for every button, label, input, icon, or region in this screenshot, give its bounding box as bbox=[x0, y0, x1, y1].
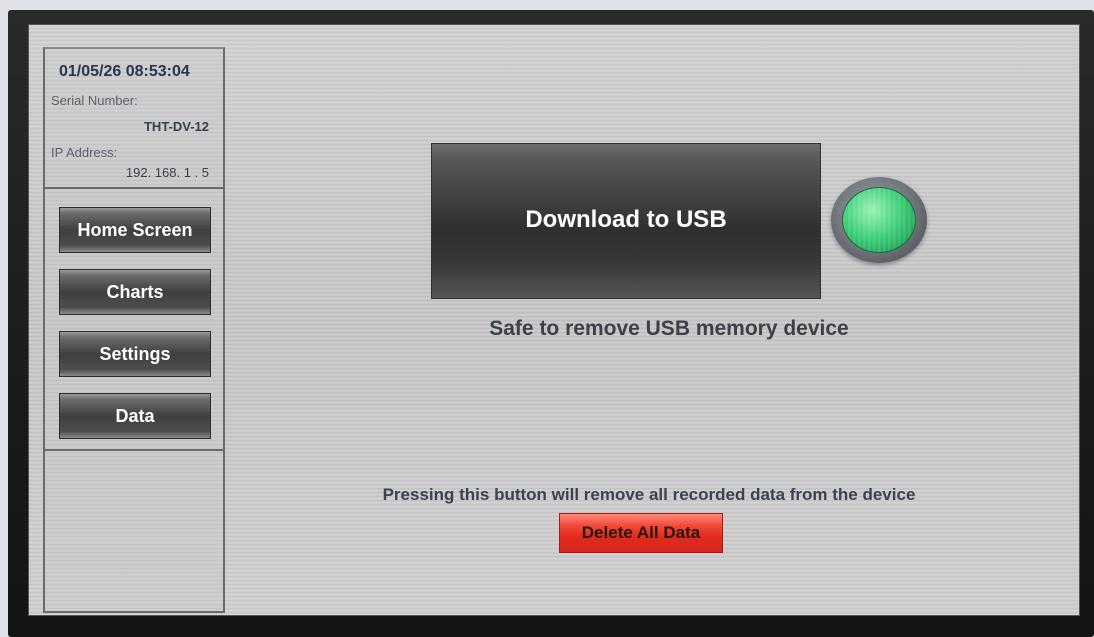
ip-address-value: 192. 168. 1 . 5 bbox=[125, 165, 209, 180]
serial-number-value: THT-DV-12 bbox=[143, 119, 209, 134]
green-status-lamp-icon bbox=[842, 187, 916, 253]
usb-status-text: Safe to remove USB memory device bbox=[489, 317, 849, 340]
nav-home-screen-label: Home Screen bbox=[77, 219, 193, 240]
delete-all-data-button[interactable]: Delete All Data bbox=[559, 513, 723, 553]
ip-address-label: IP Address: bbox=[51, 145, 118, 160]
delete-warning-text: Pressing this button will remove all rec… bbox=[382, 485, 916, 504]
device-info-panel: 01/05/26 08:53:04 Serial Number: THT-DV-… bbox=[45, 49, 223, 189]
serial-number-label: Serial Number: bbox=[51, 93, 138, 108]
nav-data-button[interactable]: Data bbox=[59, 393, 211, 439]
datetime-display: 01/05/26 08:53:04 bbox=[59, 63, 190, 80]
nav-settings-button[interactable]: Settings bbox=[59, 331, 211, 377]
hmi-screen: 01/05/26 08:53:04 Serial Number: THT-DV-… bbox=[28, 24, 1080, 616]
nav-data-label: Data bbox=[115, 405, 155, 426]
nav-charts-label: Charts bbox=[106, 281, 164, 302]
download-to-usb-label: Download to USB bbox=[525, 206, 727, 233]
nav-charts-button[interactable]: Charts bbox=[59, 269, 211, 315]
delete-all-data-label: Delete All Data bbox=[581, 523, 701, 542]
usb-status-indicator bbox=[831, 177, 927, 263]
nav-settings-label: Settings bbox=[99, 343, 171, 364]
download-to-usb-button[interactable]: Download to USB bbox=[431, 143, 821, 299]
sidebar-divider bbox=[45, 449, 223, 451]
nav-home-screen-button[interactable]: Home Screen bbox=[59, 207, 211, 253]
sidebar: 01/05/26 08:53:04 Serial Number: THT-DV-… bbox=[43, 47, 225, 613]
